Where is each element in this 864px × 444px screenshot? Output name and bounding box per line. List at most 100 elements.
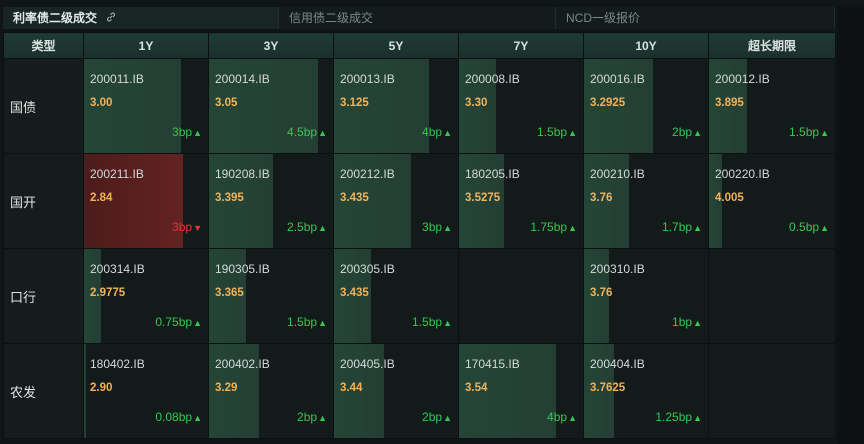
bond-code[interactable]: 170415.IB <box>465 357 520 371</box>
bond-cell-content[interactable]: 200013.IB 3.125 4bp▲ <box>334 59 458 153</box>
bond-cell-content[interactable]: 200305.IB 3.435 1.5bp▲ <box>334 249 458 343</box>
bond-cell-content[interactable]: 200014.IB 3.05 4.5bp▲ <box>209 59 333 153</box>
bond-code[interactable]: 180402.IB <box>90 357 145 371</box>
bond-code[interactable]: 190305.IB <box>215 262 270 276</box>
tab-rates-bond-trades[interactable]: 利率债二级成交 <box>3 7 279 29</box>
bond-code[interactable]: 190208.IB <box>215 167 270 181</box>
triangle-down-icon: ▼ <box>193 223 202 233</box>
bond-cell-content[interactable]: 170415.IB 3.54 4bp▲ <box>459 344 583 438</box>
bp-change-value: 1.5bp <box>537 125 568 139</box>
bond-code[interactable]: 200314.IB <box>90 262 145 276</box>
header-5y[interactable]: 5Y <box>333 32 459 59</box>
bp-change-value: 4bp <box>422 125 443 139</box>
bond-code[interactable]: 200014.IB <box>215 72 270 86</box>
bond-code[interactable]: 200011.IB <box>90 72 144 86</box>
bond-cell[interactable]: 200405.IB 3.44 2bp▲ <box>333 343 459 439</box>
bond-cell[interactable]: 200212.IB 3.435 3bp▲ <box>333 153 459 249</box>
tab-ncd-quotes[interactable]: NCD一级报价 <box>556 7 835 29</box>
tab-credit-bond-trades[interactable]: 信用债二级成交 <box>279 7 556 29</box>
link-icon[interactable] <box>106 7 116 29</box>
bp-change: 4bp▲ <box>547 410 577 424</box>
bond-cell-content[interactable]: 200016.IB 3.2925 2bp▲ <box>584 59 708 153</box>
bp-change: 3bp▼ <box>172 220 202 234</box>
header-10y[interactable]: 10Y <box>583 32 709 59</box>
bond-cell[interactable]: 200220.IB 4.005 0.5bp▲ <box>708 153 836 249</box>
bond-code[interactable]: 200212.IB <box>340 167 395 181</box>
empty-cell <box>459 249 583 343</box>
bond-cell[interactable]: 200016.IB 3.2925 2bp▲ <box>583 58 709 154</box>
bp-change: 4.5bp▲ <box>287 125 327 139</box>
bond-code[interactable]: 200016.IB <box>590 72 645 86</box>
bond-yield: 3.125 <box>340 97 369 109</box>
header-7y[interactable]: 7Y <box>458 32 584 59</box>
bond-cell[interactable]: 200314.IB 2.9775 0.75bp▲ <box>83 248 209 344</box>
bond-cell[interactable]: 200012.IB 3.895 1.5bp▲ <box>708 58 836 154</box>
bond-code[interactable]: 200013.IB <box>340 72 395 86</box>
bond-code[interactable]: 200405.IB <box>340 357 395 371</box>
bond-cell-content[interactable]: 190208.IB 3.395 2.5bp▲ <box>209 154 333 248</box>
bond-cell-content[interactable]: 200210.IB 3.76 1.7bp▲ <box>584 154 708 248</box>
bond-code[interactable]: 180205.IB <box>465 167 520 181</box>
bond-cell-content[interactable]: 200211.IB 2.84 3bp▼ <box>84 154 208 248</box>
bp-change: 1.5bp▲ <box>412 315 452 329</box>
bond-code[interactable]: 200305.IB <box>340 262 395 276</box>
triangle-up-icon: ▲ <box>693 223 702 233</box>
bond-cell-content[interactable]: 200012.IB 3.895 1.5bp▲ <box>709 59 835 153</box>
bond-code[interactable]: 200211.IB <box>90 167 144 181</box>
bond-cell-content[interactable]: 200011.IB 3.00 3bp▲ <box>84 59 208 153</box>
bond-code[interactable]: 200008.IB <box>465 72 520 86</box>
bond-code[interactable]: 200402.IB <box>215 357 270 371</box>
bond-cell[interactable]: 180205.IB 3.5275 1.75bp▲ <box>458 153 584 249</box>
triangle-up-icon: ▲ <box>318 318 327 328</box>
bond-cell-content[interactable]: 200310.IB 3.76 1bp▲ <box>584 249 708 343</box>
bond-cell[interactable]: 200014.IB 3.05 4.5bp▲ <box>208 58 334 154</box>
bond-cell[interactable]: 190305.IB 3.365 1.5bp▲ <box>208 248 334 344</box>
bond-cell-content[interactable]: 190305.IB 3.365 1.5bp▲ <box>209 249 333 343</box>
header-1y[interactable]: 1Y <box>83 32 209 59</box>
bond-cell-content[interactable]: 200212.IB 3.435 3bp▲ <box>334 154 458 248</box>
bond-cell[interactable]: 200008.IB 3.30 1.5bp▲ <box>458 58 584 154</box>
bond-code[interactable]: 200210.IB <box>590 167 645 181</box>
bond-yield: 3.7625 <box>590 382 626 394</box>
row-type-label: 国开 <box>3 153 84 249</box>
bond-cell[interactable]: 200011.IB 3.00 3bp▲ <box>83 58 209 154</box>
bp-change-value: 1.5bp <box>412 315 443 329</box>
bond-yield: 3.435 <box>340 192 369 204</box>
triangle-up-icon: ▲ <box>693 128 702 138</box>
bond-cell-content[interactable]: 180402.IB 2.90 0.08bp▲ <box>84 344 208 438</box>
header-ultra-long[interactable]: 超长期限 <box>708 32 836 59</box>
bond-yield: 2.84 <box>90 192 113 204</box>
bond-cell[interactable]: 200013.IB 3.125 4bp▲ <box>333 58 459 154</box>
bond-code[interactable]: 200404.IB <box>590 357 645 371</box>
bond-cell[interactable]: 200404.IB 3.7625 1.25bp▲ <box>583 343 709 439</box>
table-row: 农发 180402.IB 2.90 0.08bp▲ 200402.IB 3.29 2bp▲ 2… <box>3 343 836 439</box>
triangle-up-icon: ▲ <box>568 413 577 423</box>
bond-cell[interactable]: 200305.IB 3.435 1.5bp▲ <box>333 248 459 344</box>
bond-cell-content[interactable]: 200008.IB 3.30 1.5bp▲ <box>459 59 583 153</box>
bond-cell-content[interactable]: 200220.IB 4.005 0.5bp▲ <box>709 154 835 248</box>
bp-change-value: 2bp <box>672 125 693 139</box>
header-3y[interactable]: 3Y <box>208 32 334 59</box>
bond-cell-content[interactable]: 200402.IB 3.29 2bp▲ <box>209 344 333 438</box>
bp-change: 0.75bp▲ <box>155 315 202 329</box>
bond-cell-content[interactable]: 200404.IB 3.7625 1.25bp▲ <box>584 344 708 438</box>
bond-yield: 3.44 <box>340 382 363 394</box>
bond-code[interactable]: 200012.IB <box>715 72 770 86</box>
bond-cell-content[interactable]: 200314.IB 2.9775 0.75bp▲ <box>84 249 208 343</box>
bp-change: 1.7bp▲ <box>662 220 702 234</box>
tab-label: 信用债二级成交 <box>289 11 374 25</box>
bond-code[interactable]: 200310.IB <box>590 262 645 276</box>
bond-cell[interactable]: 180402.IB 2.90 0.08bp▲ <box>83 343 209 439</box>
bond-cell[interactable]: 190208.IB 3.395 2.5bp▲ <box>208 153 334 249</box>
bond-cell[interactable]: 200211.IB 2.84 3bp▼ <box>83 153 209 249</box>
bond-cell[interactable]: 200402.IB 3.29 2bp▲ <box>208 343 334 439</box>
bond-cell-content[interactable]: 180205.IB 3.5275 1.75bp▲ <box>459 154 583 248</box>
bond-cell-content[interactable]: 200405.IB 3.44 2bp▲ <box>334 344 458 438</box>
bond-cell[interactable]: 200310.IB 3.76 1bp▲ <box>583 248 709 344</box>
bond-cell <box>458 248 584 344</box>
bp-change: 2bp▲ <box>297 410 327 424</box>
bond-cell[interactable]: 200210.IB 3.76 1.7bp▲ <box>583 153 709 249</box>
bond-cell[interactable]: 170415.IB 3.54 4bp▲ <box>458 343 584 439</box>
bond-code[interactable]: 200220.IB <box>715 167 770 181</box>
triangle-up-icon: ▲ <box>318 223 327 233</box>
